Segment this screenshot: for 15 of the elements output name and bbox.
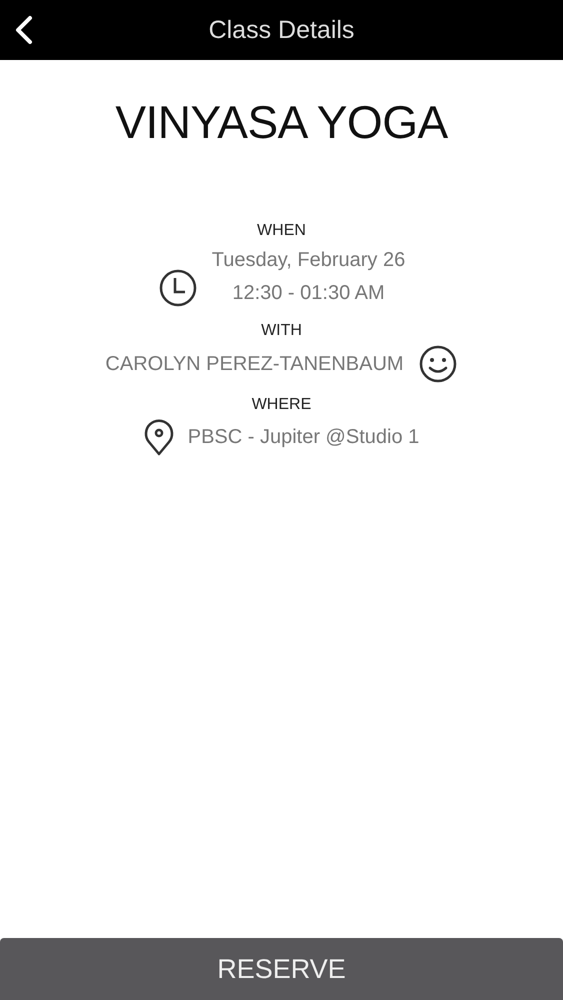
section-label: WHEN — [257, 221, 306, 241]
back-button[interactable] — [14, 13, 34, 47]
date-time-text: 12:30 - 01:30 AM — [232, 281, 385, 306]
section-label: WHERE — [252, 395, 312, 415]
smiley-icon — [418, 344, 458, 384]
reserve-button[interactable]: RESERVE — [0, 938, 563, 1000]
screen-title: Class Details — [208, 16, 354, 44]
date-time-text: Tuesday, February 26 — [212, 248, 406, 273]
clock-icon — [158, 268, 198, 308]
section-label: WITH — [261, 321, 302, 341]
location-text: PBSC - Jupiter @Studio 1 — [188, 424, 420, 450]
location-pin-icon — [144, 418, 174, 456]
back-icon — [14, 15, 34, 45]
instructor-name: CAROLYN PEREZ-TANENBAUM — [105, 352, 404, 376]
class-name: VINYASA YOGA — [114, 95, 449, 150]
